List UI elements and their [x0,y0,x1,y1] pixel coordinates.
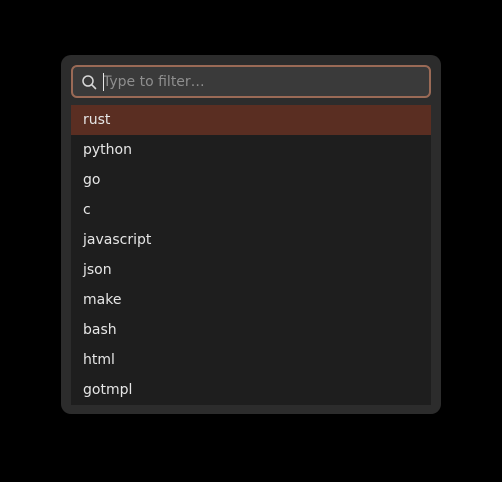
search-box[interactable] [71,65,431,98]
list-item[interactable]: rust [71,105,431,135]
language-picker-popup: rust python go c javascript json make ba… [61,55,441,414]
text-caret [103,73,104,91]
list-item[interactable]: gotmpl [71,375,431,405]
list-item[interactable]: html [71,345,431,375]
list-item[interactable]: c [71,195,431,225]
list-item[interactable]: javascript [71,225,431,255]
list-item[interactable]: bash [71,315,431,345]
list-item[interactable]: python [71,135,431,165]
language-list[interactable]: rust python go c javascript json make ba… [71,105,431,405]
search-icon [82,75,97,90]
list-item[interactable]: go [71,165,431,195]
list-item[interactable]: make [71,285,431,315]
list-item[interactable]: json [71,255,431,285]
search-input[interactable] [101,71,423,93]
